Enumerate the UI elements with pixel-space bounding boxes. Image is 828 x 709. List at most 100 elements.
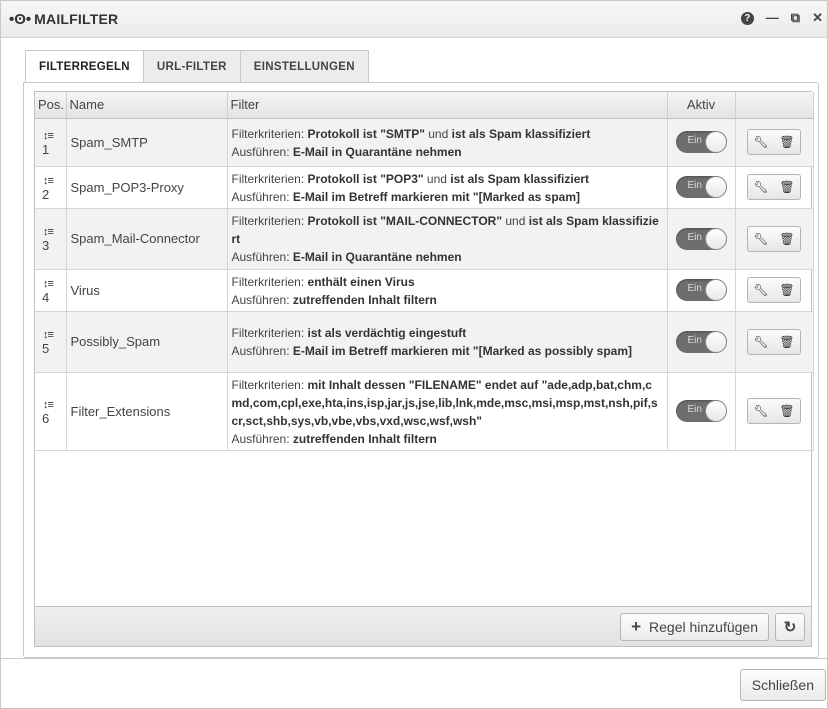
row-action-buttons: 🔧︎ 🗑︎	[747, 398, 801, 424]
column-header-pos[interactable]: Pos.	[35, 92, 67, 119]
position-number: 5	[42, 341, 50, 356]
table-row[interactable]: ↕≡ 2 Spam_POP3-Proxy Filterkriterien: Proto…	[35, 166, 814, 209]
help-icon[interactable]: ?	[740, 11, 754, 25]
drag-handle-icon[interactable]: ↕≡	[43, 399, 66, 411]
cell-pos: ↕≡ 6	[35, 372, 67, 451]
table-row[interactable]: ↕≡ 1 Spam_SMTP Filterkriterien: Protokoll i…	[35, 118, 814, 167]
app-logo-icon: •ʘ•	[9, 10, 32, 28]
filter-value: ist als Spam klassifiziert	[450, 171, 590, 186]
cell-name: Spam_SMTP	[66, 118, 228, 167]
dialog-footer: Schließen	[1, 658, 827, 708]
filter-value: E-Mail im Betreff markieren mit "[Marked…	[292, 189, 580, 204]
drag-handle-icon[interactable]: ↕≡	[43, 130, 66, 142]
cell-pos: ↕≡ 2	[35, 166, 67, 209]
position-number: 3	[42, 238, 50, 253]
cell-name: Spam_Mail-Connector	[66, 208, 228, 270]
tab-url-filter[interactable]: URL-FILTER	[142, 50, 241, 82]
drag-handle-icon[interactable]: ↕≡	[43, 226, 66, 238]
filter-label: Ausführen:	[231, 344, 293, 358]
title-bar[interactable]: •ʘ• MAILFILTER ? — ⧉ ✕	[1, 1, 827, 38]
cell-filter: Filterkriterien: Protokoll ist "SMTP" un…	[227, 118, 668, 167]
drag-handle-icon[interactable]: ↕≡	[43, 329, 66, 341]
filter-label: Filterkriterien:	[231, 274, 308, 289]
trash-icon[interactable]: 🗑︎	[774, 404, 800, 418]
cell-filter: Filterkriterien: mit Inhalt dessen "FILE…	[227, 372, 668, 451]
filter-label: Ausführen:	[231, 292, 293, 307]
filter-value: Protokoll ist "SMTP"	[307, 126, 425, 141]
cell-filter: Filterkriterien: enthält einen Virus Ausf…	[227, 269, 668, 312]
toggle-label: Ein	[687, 404, 702, 415]
plus-icon: +	[631, 617, 642, 636]
window-controls: ? — ⧉ ✕	[740, 11, 823, 25]
filter-value: Protokoll ist "MAIL-CONNECTOR"	[307, 214, 503, 228]
filter-value: ist als Spam klassifiziert	[451, 126, 591, 141]
toggle-knob	[704, 400, 727, 422]
table-row[interactable]: ↕≡ 5 Possibly_Spam Filterkriterien: ist als…	[35, 311, 814, 373]
filter-label: Filterkriterien:	[231, 377, 308, 392]
rules-grid: Pos. Name Filter Aktiv ↕≡ 1 Spam_SMTP Filte…	[34, 91, 814, 647]
toggle-knob	[704, 279, 727, 301]
toggle-label: Ein	[687, 135, 702, 146]
cell-name: Spam_POP3-Proxy	[66, 166, 228, 209]
cell-actions: 🔧︎ 🗑︎	[735, 118, 814, 167]
add-rule-button[interactable]: + Regel hinzufügen	[620, 613, 769, 641]
table-row[interactable]: ↕≡ 6 Filter_Extensions Filterkriterien: mit…	[35, 372, 814, 451]
refresh-button[interactable]: ↻	[775, 613, 805, 641]
popout-icon[interactable]: ⧉	[791, 11, 800, 25]
column-header-aktiv[interactable]: Aktiv	[667, 92, 736, 119]
trash-icon[interactable]: 🗑︎	[774, 180, 800, 194]
trash-icon[interactable]: 🗑︎	[774, 232, 800, 246]
row-action-buttons: 🔧︎ 🗑︎	[747, 328, 801, 355]
column-header-filter[interactable]: Filter	[227, 92, 668, 119]
column-header-actions	[735, 92, 814, 119]
active-toggle[interactable]: Ein	[675, 400, 727, 422]
wrench-icon[interactable]: 🔧︎	[748, 283, 774, 297]
cell-aktiv: Ein	[667, 269, 736, 312]
position-number: 1	[42, 141, 50, 157]
rules-table: Pos. Name Filter Aktiv ↕≡ 1 Spam_SMTP Filte…	[35, 92, 814, 451]
drag-handle-icon[interactable]: ↕≡	[43, 175, 66, 187]
drag-handle-icon[interactable]: ↕≡	[43, 278, 66, 290]
close-icon[interactable]: ✕	[812, 11, 823, 25]
active-toggle[interactable]: Ein	[675, 279, 727, 301]
trash-icon[interactable]: 🗑︎	[774, 283, 800, 297]
active-toggle[interactable]: Ein	[675, 330, 727, 353]
cell-name: Filter_Extensions	[66, 372, 228, 451]
cell-name: Virus	[66, 269, 228, 312]
filter-label: Filterkriterien:	[231, 171, 308, 186]
table-row[interactable]: ↕≡ 3 Spam_Mail-Connector Filterkriterien: P…	[35, 208, 814, 270]
cell-actions: 🔧︎ 🗑︎	[735, 311, 814, 373]
trash-icon[interactable]: 🗑︎	[774, 335, 800, 349]
trash-icon[interactable]: 🗑︎	[774, 135, 800, 149]
position-number: 2	[42, 186, 50, 202]
cell-aktiv: Ein	[667, 208, 736, 270]
wrench-icon[interactable]: 🔧︎	[748, 232, 774, 246]
minimize-icon[interactable]: —	[766, 11, 779, 25]
active-toggle[interactable]: Ein	[675, 176, 727, 198]
cell-aktiv: Ein	[667, 372, 736, 451]
refresh-icon: ↻	[783, 619, 797, 636]
active-toggle[interactable]: Ein	[675, 131, 727, 153]
cell-actions: 🔧︎ 🗑︎	[735, 166, 814, 209]
filter-value: E-Mail in Quarantäne nehmen	[292, 250, 462, 264]
cell-aktiv: Ein	[667, 166, 736, 209]
cell-pos: ↕≡ 1	[35, 118, 67, 167]
close-button[interactable]: Schließen	[739, 669, 826, 701]
active-toggle[interactable]: Ein	[675, 227, 727, 250]
filter-label: Filterkriterien:	[231, 326, 308, 340]
wrench-icon[interactable]: 🔧︎	[748, 404, 774, 418]
position-number: 4	[42, 289, 50, 305]
wrench-icon[interactable]: 🔧︎	[748, 180, 774, 194]
toggle-knob	[704, 227, 727, 250]
table-row[interactable]: ↕≡ 4 Virus Filterkriterien: enthält einen V…	[35, 269, 814, 312]
cell-pos: ↕≡ 5	[35, 311, 67, 373]
wrench-icon[interactable]: 🔧︎	[748, 135, 774, 149]
row-action-buttons: 🔧︎ 🗑︎	[747, 225, 801, 252]
toggle-label: Ein	[687, 180, 702, 191]
toggle-label: Ein	[687, 334, 702, 346]
toggle-knob	[704, 176, 727, 198]
tab-filterregeln[interactable]: FILTERREGELN	[25, 50, 144, 83]
tab-einstellungen[interactable]: EINSTELLUNGEN	[239, 50, 369, 82]
column-header-name[interactable]: Name	[66, 92, 228, 119]
wrench-icon[interactable]: 🔧︎	[748, 335, 774, 349]
